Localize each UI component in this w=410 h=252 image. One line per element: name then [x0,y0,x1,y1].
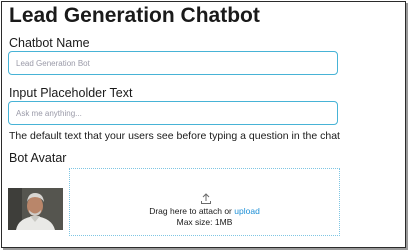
avatar-dropzone[interactable]: Drag here to attach or upload Max size: … [69,168,340,236]
dropzone-text: Drag here to attach or [149,206,232,216]
upload-link[interactable]: upload [234,206,260,216]
chatbot-name-input[interactable] [8,51,338,75]
dropzone-max-size: Max size: 1MB [176,217,233,227]
dropzone-instruction: Drag here to attach or upload [70,206,339,217]
chatbot-name-label: Chatbot Name [9,36,90,50]
input-placeholder-help: The default text that your users see bef… [9,130,340,142]
form-panel: Lead Generation Chatbot Chatbot Name Inp… [1,1,406,248]
input-placeholder-input[interactable] [8,101,338,125]
bot-avatar-label: Bot Avatar [9,151,67,165]
upload-icon [201,193,211,204]
page-title: Lead Generation Chatbot [9,4,260,27]
input-placeholder-label: Input Placeholder Text [9,86,133,100]
avatar-image [8,188,63,230]
